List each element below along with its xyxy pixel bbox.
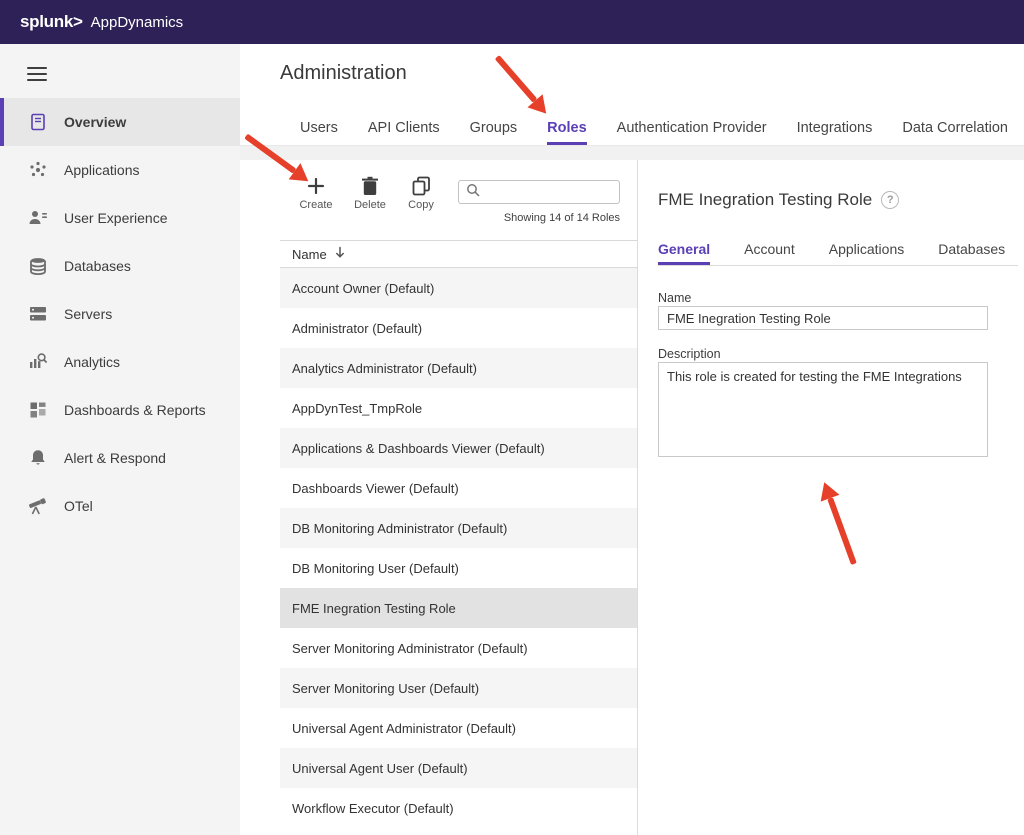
roles-list-header[interactable]: Name xyxy=(280,240,637,268)
role-row[interactable]: Dashboards Viewer (Default) xyxy=(280,468,637,508)
role-row[interactable]: DB Monitoring Administrator (Default) xyxy=(280,508,637,548)
overview-icon xyxy=(28,112,48,132)
sidebar-item-label: User Experience xyxy=(64,210,168,226)
dashboards-reports-icon xyxy=(28,400,48,420)
alert-respond-icon xyxy=(28,448,48,468)
sidebar-nav: Overview Applications User Experience Da… xyxy=(0,98,240,530)
sidebar-item-applications[interactable]: Applications xyxy=(0,146,240,194)
roles-toolbar: Create Delete Copy xyxy=(280,172,637,240)
role-row-selected[interactable]: FME Inegration Testing Role xyxy=(280,588,637,628)
panel-divider xyxy=(637,160,638,835)
sidebar-item-otel[interactable]: OTel xyxy=(0,482,240,530)
sidebar-item-analytics[interactable]: Analytics xyxy=(0,338,240,386)
role-row[interactable]: Workflow Executor (Default) xyxy=(280,788,637,828)
copy-button[interactable]: Copy xyxy=(399,175,443,211)
role-detail-title-row: FME Inegration Testing Role ? xyxy=(658,190,899,210)
role-detail-title: FME Inegration Testing Role xyxy=(658,190,872,210)
topbar: splunk> AppDynamics xyxy=(0,0,1024,44)
role-row[interactable]: Applications & Dashboards Viewer (Defaul… xyxy=(280,428,637,468)
trash-icon xyxy=(348,175,392,196)
analytics-icon xyxy=(28,352,48,372)
copy-icon xyxy=(399,175,443,196)
roles-search-input[interactable] xyxy=(486,185,612,199)
description-field-label: Description xyxy=(658,347,721,361)
sidebar: Overview Applications User Experience Da… xyxy=(0,44,240,835)
role-name-input[interactable] xyxy=(658,306,988,330)
create-button[interactable]: Create xyxy=(294,175,338,211)
sidebar-item-dashboards-reports[interactable]: Dashboards & Reports xyxy=(0,386,240,434)
servers-icon xyxy=(28,304,48,324)
role-row[interactable]: Analytics Administrator (Default) xyxy=(280,348,637,388)
sidebar-item-label: Overview xyxy=(64,114,126,130)
splunk-logo[interactable]: splunk> xyxy=(20,12,83,32)
otel-telescope-icon xyxy=(28,496,48,516)
tab-api-clients[interactable]: API Clients xyxy=(368,120,440,145)
hamburger-menu-icon[interactable] xyxy=(27,66,47,87)
tab-users[interactable]: Users xyxy=(300,120,338,145)
plus-icon xyxy=(294,175,338,196)
sidebar-item-label: Applications xyxy=(64,162,140,178)
role-row[interactable]: Server Monitoring User (Default) xyxy=(280,668,637,708)
copy-button-label: Copy xyxy=(399,199,443,211)
tab-databases[interactable]: Databases xyxy=(938,241,1005,265)
roles-panel: Create Delete Copy xyxy=(280,172,637,828)
sidebar-item-overview[interactable]: Overview xyxy=(0,98,240,146)
sidebar-item-databases[interactable]: Databases xyxy=(0,242,240,290)
role-row[interactable]: Administrator (Default) xyxy=(280,308,637,348)
role-row[interactable]: AppDynTest_TmpRole xyxy=(280,388,637,428)
name-column-header[interactable]: Name xyxy=(292,247,327,262)
roles-count-text: Showing 14 of 14 Roles xyxy=(504,212,620,224)
tab-account[interactable]: Account xyxy=(744,241,795,265)
role-row[interactable]: Universal Agent User (Default) xyxy=(280,748,637,788)
main-content: Administration Users API Clients Groups … xyxy=(240,44,1024,835)
user-experience-icon xyxy=(28,208,48,228)
search-icon xyxy=(466,183,480,202)
role-detail-tabs: General Account Applications Databases xyxy=(658,238,1018,266)
name-field-label: Name xyxy=(658,291,691,305)
role-row[interactable]: DB Monitoring User (Default) xyxy=(280,548,637,588)
help-icon[interactable]: ? xyxy=(881,191,899,209)
section-divider-band xyxy=(240,146,1024,160)
roles-list: Account Owner (Default) Administrator (D… xyxy=(280,268,637,828)
role-row[interactable]: Account Owner (Default) xyxy=(280,268,637,308)
sidebar-item-user-experience[interactable]: User Experience xyxy=(0,194,240,242)
role-row[interactable]: Server Monitoring Administrator (Default… xyxy=(280,628,637,668)
sidebar-item-alert-respond[interactable]: Alert & Respond xyxy=(0,434,240,482)
sidebar-item-label: Alert & Respond xyxy=(64,450,166,466)
create-button-label: Create xyxy=(294,199,338,211)
tab-groups[interactable]: Groups xyxy=(470,120,518,145)
applications-icon xyxy=(28,160,48,180)
admin-tabs: Users API Clients Groups Roles Authentic… xyxy=(240,114,1024,146)
sidebar-item-label: Servers xyxy=(64,306,112,322)
databases-icon xyxy=(28,256,48,276)
tab-integrations[interactable]: Integrations xyxy=(797,120,873,145)
role-row[interactable]: Universal Agent Administrator (Default) xyxy=(280,708,637,748)
tab-roles[interactable]: Roles xyxy=(547,120,587,145)
sidebar-item-label: OTel xyxy=(64,498,93,514)
tab-data-correlation[interactable]: Data Correlation xyxy=(902,120,1008,145)
tab-general[interactable]: General xyxy=(658,241,710,265)
roles-search-box xyxy=(458,180,620,204)
sidebar-item-label: Dashboards & Reports xyxy=(64,402,206,418)
sort-descending-icon[interactable] xyxy=(334,246,346,262)
product-name: AppDynamics xyxy=(91,14,184,31)
tab-authentication-provider[interactable]: Authentication Provider xyxy=(617,120,767,145)
delete-button[interactable]: Delete xyxy=(348,175,392,211)
sidebar-item-label: Analytics xyxy=(64,354,120,370)
screen: splunk> AppDynamics Overview Application… xyxy=(0,0,1024,835)
role-description-textarea[interactable] xyxy=(658,362,988,457)
tab-applications[interactable]: Applications xyxy=(829,241,905,265)
page-title: Administration xyxy=(280,62,407,85)
sidebar-item-servers[interactable]: Servers xyxy=(0,290,240,338)
sidebar-item-label: Databases xyxy=(64,258,131,274)
delete-button-label: Delete xyxy=(348,199,392,211)
